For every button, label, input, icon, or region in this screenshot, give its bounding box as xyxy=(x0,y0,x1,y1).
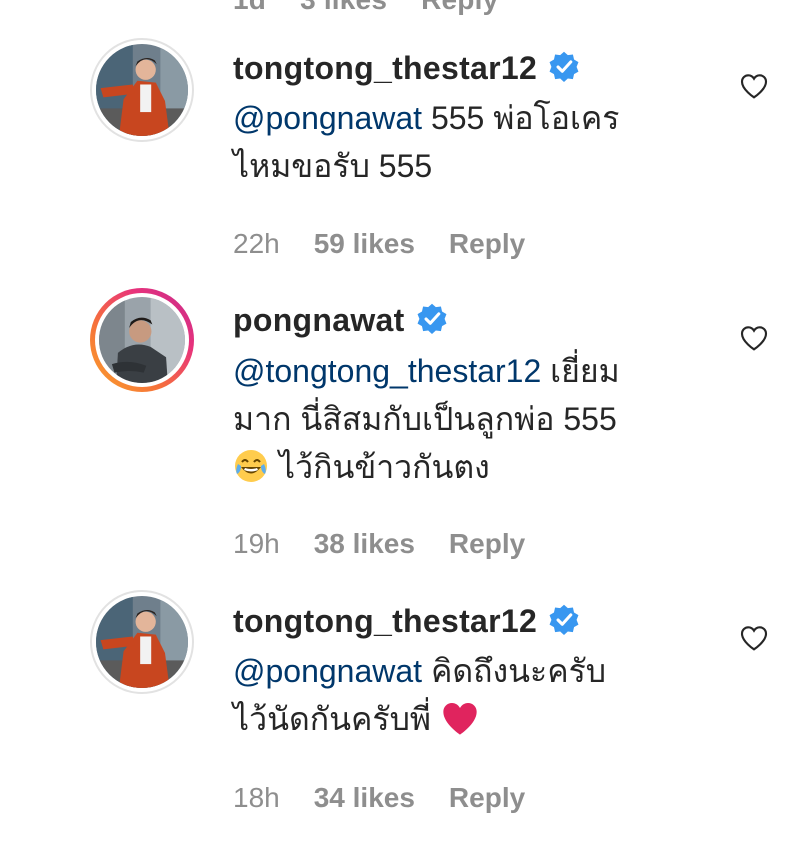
avatar[interactable] xyxy=(90,38,194,142)
comment-likes[interactable]: 38 likes xyxy=(314,528,415,559)
red-heart-emoji-icon xyxy=(443,703,477,735)
like-heart-icon[interactable] xyxy=(738,622,770,654)
comment-likes[interactable]: 34 likes xyxy=(314,782,415,813)
profile-photo xyxy=(99,297,185,383)
comment-meta: 19h 38 likes Reply xyxy=(233,528,525,560)
reply-button[interactable]: Reply xyxy=(449,528,525,559)
avatar[interactable] xyxy=(90,590,194,694)
verified-badge-icon xyxy=(417,303,447,334)
comment-time: 22h xyxy=(233,228,280,259)
comment-likes[interactable]: 59 likes xyxy=(314,228,415,259)
like-heart-icon[interactable] xyxy=(738,70,770,102)
avatar[interactable] xyxy=(90,288,194,392)
profile-photo xyxy=(96,44,188,136)
reply-button[interactable]: Reply xyxy=(449,228,525,259)
comment-text: @pongnawat คิดถึงนะครับ ไว้นัดกันครับพี่ xyxy=(233,653,607,737)
comment-likes[interactable]: 3 likes xyxy=(300,0,387,15)
comment-time: 19h xyxy=(233,528,280,559)
comment-meta: 18h 34 likes Reply xyxy=(233,782,525,814)
comment-meta: 22h 59 likes Reply xyxy=(233,228,525,260)
comment-time: 18h xyxy=(233,782,280,813)
mention-link[interactable]: @pongnawat xyxy=(233,653,422,689)
comment-text: @tongtong_thestar12 เยี่ยม มาก นี่สิสมกั… xyxy=(233,353,620,485)
like-heart-icon[interactable] xyxy=(738,322,770,354)
reply-button[interactable]: Reply xyxy=(421,0,498,15)
comment-username[interactable]: pongnawat xyxy=(233,302,449,339)
comment-username[interactable]: tongtong_thestar12 xyxy=(233,50,581,87)
tears-of-joy-emoji-icon xyxy=(235,450,267,482)
verified-badge-icon xyxy=(549,604,579,635)
previous-comment-meta: 1d 3 likes Reply xyxy=(233,0,532,16)
comment-time: 1d xyxy=(233,0,266,15)
mention-link[interactable]: @pongnawat xyxy=(233,100,422,136)
profile-photo xyxy=(96,596,188,688)
reply-button[interactable]: Reply xyxy=(449,782,525,813)
comment-username[interactable]: tongtong_thestar12 xyxy=(233,603,581,640)
verified-badge-icon xyxy=(549,51,579,82)
comment-text: @pongnawat 555 พ่อโอเคร ไหมขอรับ 555 xyxy=(233,100,620,184)
mention-link[interactable]: @tongtong_thestar12 xyxy=(233,353,541,389)
